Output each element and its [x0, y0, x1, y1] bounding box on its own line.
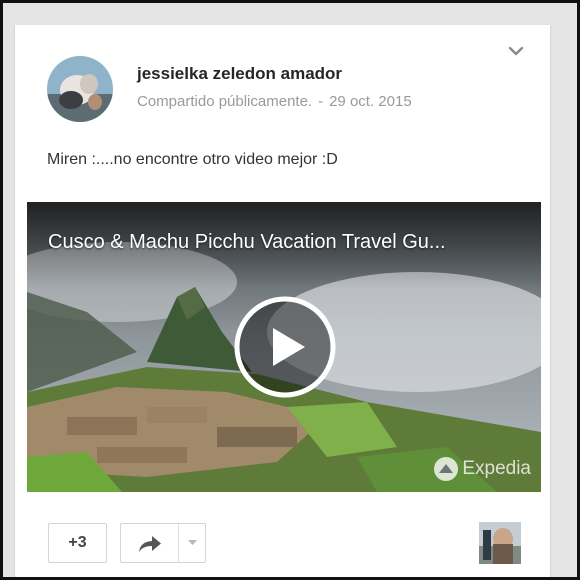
- chevron-down-icon[interactable]: [508, 45, 524, 57]
- caret-down-icon: [188, 540, 197, 545]
- video-title[interactable]: Cusco & Machu Picchu Vacation Travel Gu.…: [48, 231, 446, 254]
- expedia-logo-icon: [434, 457, 459, 481]
- plus-one-button[interactable]: +3: [48, 523, 107, 563]
- video-brand-label: Expedia: [462, 458, 531, 479]
- post-date[interactable]: 29 oct. 2015: [329, 93, 412, 110]
- author-name[interactable]: jessielka zeledon amador: [137, 64, 342, 84]
- post-text: Miren :....no encontre otro video mejor …: [47, 151, 338, 168]
- post-meta: Compartido públicamente. -29 oct. 2015: [137, 93, 412, 110]
- plus-one-user-avatar[interactable]: [479, 522, 521, 564]
- visibility-label: Compartido públicamente.: [137, 93, 313, 110]
- meta-separator: -: [318, 93, 324, 110]
- author-avatar[interactable]: [47, 56, 113, 122]
- share-button-group: [120, 523, 206, 563]
- share-button[interactable]: [121, 524, 179, 562]
- post-card: jessielka zeledon amador Compartido públ…: [15, 25, 550, 577]
- screenshot-frame: jessielka zeledon amador Compartido públ…: [0, 0, 580, 580]
- plus-one-count: +3: [68, 534, 87, 551]
- video-embed[interactable]: Cusco & Machu Picchu Vacation Travel Gu.…: [27, 202, 541, 492]
- share-dropdown-button[interactable]: [179, 524, 205, 562]
- share-icon: [139, 536, 161, 552]
- video-brand: Expedia: [433, 456, 531, 482]
- play-icon[interactable]: [233, 295, 337, 399]
